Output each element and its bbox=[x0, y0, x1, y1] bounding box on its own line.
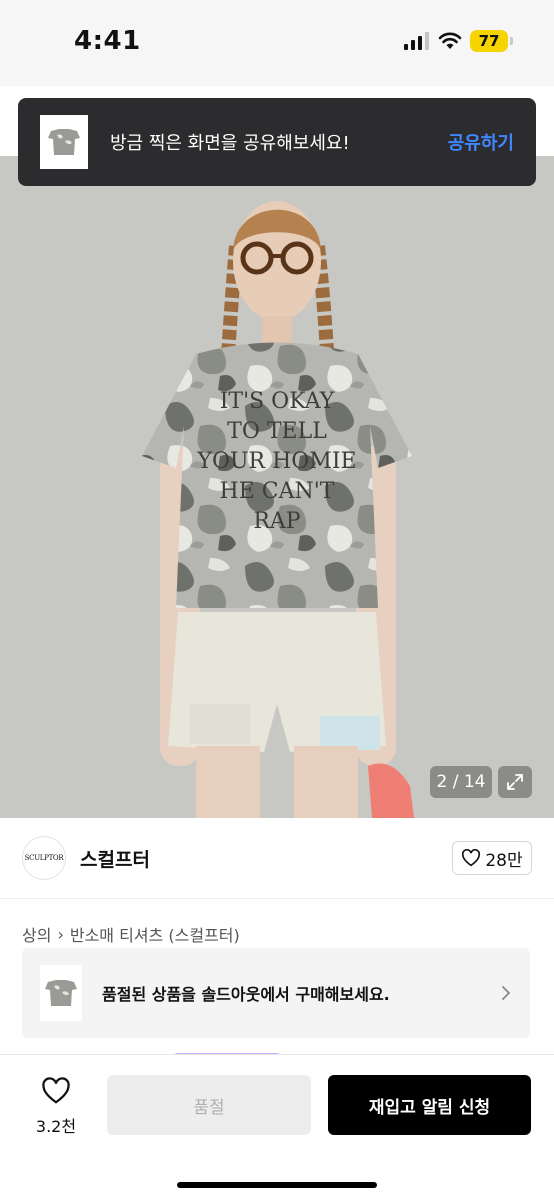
wish-button[interactable]: 3.2천 bbox=[22, 1077, 90, 1137]
bottom-action-bar: 3.2천 품절 재입고 알림 신청 bbox=[0, 1054, 554, 1200]
heart-icon bbox=[42, 1077, 70, 1104]
svg-text:RAP: RAP bbox=[253, 509, 300, 534]
status-icons: 77 bbox=[404, 30, 513, 52]
product-photo[interactable]: IT'S OKAY TO TELL YOUR HOMIE HE CAN'T RA… bbox=[0, 156, 554, 818]
soldout-thumbnail bbox=[40, 965, 82, 1021]
soldout-banner-text: 품절된 상품을 솔드아웃에서 구매해보세요. bbox=[102, 985, 390, 1004]
screenshot-thumbnail bbox=[40, 115, 88, 169]
breadcrumb-category[interactable]: 상의 bbox=[22, 922, 51, 946]
brand-name[interactable]: 스컬프터 bbox=[80, 845, 452, 872]
share-button[interactable]: 공유하기 bbox=[448, 129, 514, 155]
wish-count: 3.2천 bbox=[35, 1117, 77, 1136]
share-toast: 방금 찍은 화면을 공유해보세요! 공유하기 bbox=[18, 98, 536, 186]
chevron-right-icon bbox=[502, 986, 511, 1000]
status-time: 4:41 bbox=[74, 26, 141, 56]
wifi-icon bbox=[438, 32, 462, 49]
soldout-button: 품절 bbox=[107, 1075, 311, 1135]
svg-text:TO TELL: TO TELL bbox=[227, 419, 327, 444]
heart-icon bbox=[462, 849, 481, 867]
signal-icon bbox=[404, 32, 429, 50]
brand-like-button[interactable]: 28만 bbox=[452, 841, 532, 875]
brand-like-count: 28만 bbox=[485, 850, 523, 871]
expand-icon bbox=[507, 774, 523, 790]
status-bar: 4:41 77 bbox=[0, 0, 554, 86]
breadcrumb: 상의 › 반소매 티셔츠 (스컬프터) bbox=[22, 922, 240, 946]
svg-text:YOUR HOMIE: YOUR HOMIE bbox=[196, 449, 356, 474]
model-illustration: IT'S OKAY TO TELL YOUR HOMIE HE CAN'T RA… bbox=[0, 156, 554, 818]
breadcrumb-separator: › bbox=[57, 924, 64, 944]
image-counter: 2 / 14 bbox=[430, 766, 492, 798]
divider bbox=[0, 898, 554, 899]
brand-logo[interactable]: SCULPTOR bbox=[22, 836, 66, 880]
toast-message: 방금 찍은 화면을 공유해보세요! bbox=[110, 133, 350, 154]
svg-text:IT'S OKAY: IT'S OKAY bbox=[220, 389, 335, 414]
home-indicator bbox=[177, 1182, 377, 1188]
breadcrumb-subcategory[interactable]: 반소매 티셔츠 (스컬프터) bbox=[70, 922, 240, 946]
brand-row[interactable]: SCULPTOR 스컬프터 28만 bbox=[22, 834, 532, 882]
svg-text:HE CAN'T: HE CAN'T bbox=[220, 479, 335, 504]
battery-indicator: 77 bbox=[470, 30, 513, 52]
expand-button[interactable] bbox=[498, 766, 532, 798]
restock-alert-button[interactable]: 재입고 알림 신청 bbox=[328, 1075, 531, 1135]
brand-logo-text: SCULPTOR bbox=[24, 854, 64, 862]
soldout-banner[interactable]: 품절된 상품을 솔드아웃에서 구매해보세요. bbox=[22, 948, 530, 1038]
